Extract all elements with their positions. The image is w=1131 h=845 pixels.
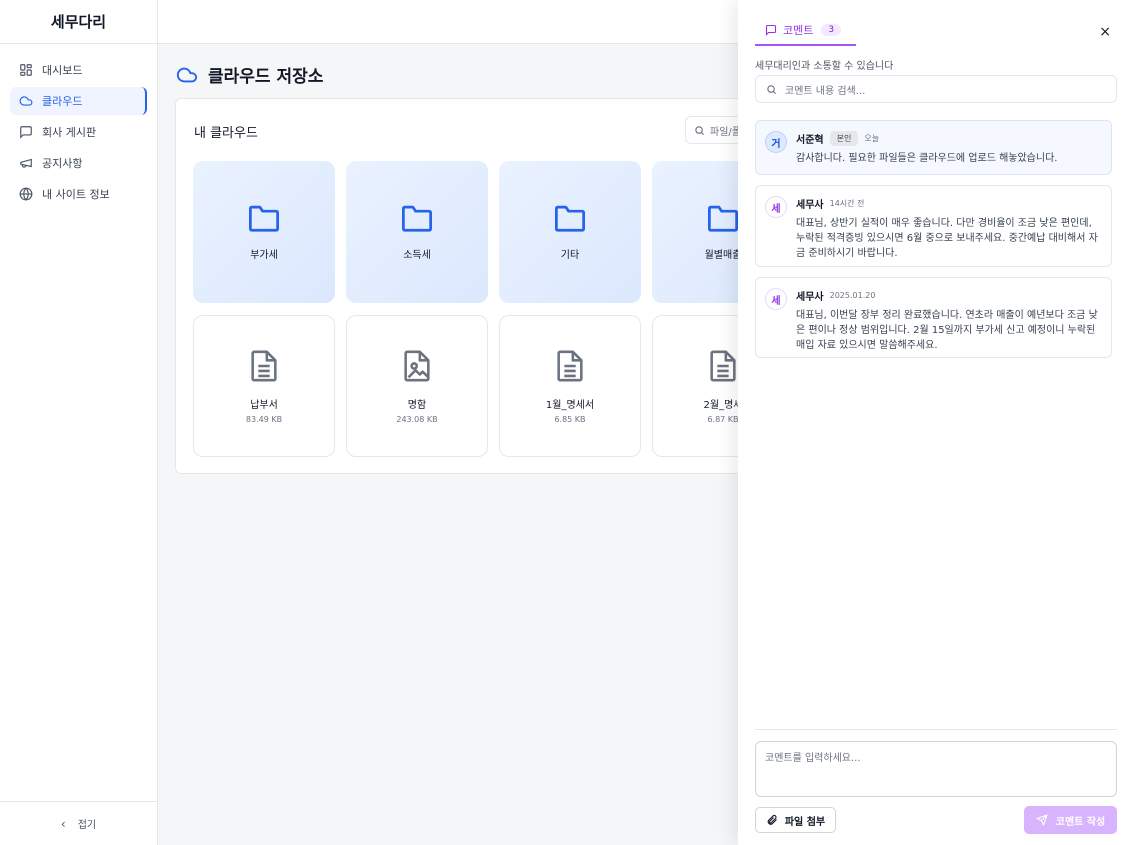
comment-input[interactable]: 코멘트를 입력하세요... [755, 741, 1117, 797]
file-name: 2월_명세 [703, 399, 743, 411]
comment-input-placeholder: 코멘트를 입력하세요... [765, 753, 861, 764]
sidebar-item-label: 클라우드 [42, 95, 83, 108]
page-title-text: 클라우드 저장소 [208, 67, 324, 87]
cloud-icon [18, 93, 34, 109]
comment-item: 세 세무사 2025.01.20 대표님, 이번달 장부 정리 완료했습니다. … [755, 277, 1112, 358]
submit-comment-button[interactable]: 코멘트 작성 [1024, 806, 1117, 834]
document-icon [555, 349, 585, 386]
document-icon [708, 349, 738, 386]
comment-author: 세무사 [796, 292, 824, 303]
collapse-label: 접기 [77, 820, 97, 831]
folder-name: 소득세 [403, 250, 431, 261]
message-square-icon [18, 124, 34, 140]
comment-author: 세무사 [796, 200, 824, 211]
brand-logo[interactable]: 세무다리 [0, 0, 157, 44]
avatar: 거 [765, 131, 787, 153]
folder-tile[interactable]: 소득세 [346, 161, 488, 303]
comment-count-badge: 3 [821, 24, 842, 36]
comment-time: 오늘 [864, 134, 880, 143]
file-name: 1월_명세서 [545, 399, 595, 411]
chevron-left-icon: ‹ [60, 816, 66, 831]
sidebar-nav: 대시보드 클라우드 회사 게시판 공지사항 내 사이트 정보 [0, 44, 157, 223]
comment-time: 2025.01.20 [829, 291, 876, 300]
avatar: 세 [765, 288, 787, 310]
sidebar-item-dashboard[interactable]: 대시보드 [10, 56, 147, 84]
file-size: 83.49 KB [245, 414, 283, 424]
folder-icon [247, 203, 281, 236]
folder-icon [400, 203, 434, 236]
avatar: 세 [765, 196, 787, 218]
close-icon[interactable]: × [1099, 24, 1111, 40]
cloud-icon [176, 64, 198, 86]
file-name: 명함 [407, 399, 427, 411]
message-square-icon [765, 24, 777, 36]
folder-icon [553, 203, 587, 236]
sidebar: 세무다리 대시보드 클라우드 회사 게시판 공지사항 내 사이트 정보 ‹ 접기 [0, 0, 158, 845]
comment-body: 대표님, 이번달 장부 정리 완료했습니다. 연초라 매출이 예년보다 조금 낮… [796, 310, 1098, 351]
tab-comments[interactable]: 코멘트 3 [755, 16, 856, 46]
panel-subtitle: 세무대리인과 소통할 수 있습니다 [755, 61, 894, 72]
file-size: 6.85 KB [554, 414, 586, 424]
sidebar-item-cloud[interactable]: 클라우드 [10, 87, 147, 115]
collapse-sidebar-button[interactable]: ‹ 접기 [0, 801, 157, 845]
sidebar-item-label: 회사 게시판 [42, 126, 97, 139]
file-search-placeholder: 파일/폴 [710, 126, 741, 138]
file-tile[interactable]: 납부서 83.49 KB [193, 315, 335, 457]
page-title: 클라우드 저장소 [176, 62, 323, 87]
image-file-icon [402, 349, 432, 386]
attach-file-button[interactable]: 파일 첨부 [755, 807, 836, 833]
card-title: 내 클라우드 [194, 126, 258, 141]
folder-icon [706, 203, 740, 236]
file-tile[interactable]: 명함 243.08 KB [346, 315, 488, 457]
search-icon [766, 84, 777, 95]
sidebar-item-label: 공지사항 [42, 157, 83, 170]
tab-label: 코멘트 [783, 24, 814, 37]
document-icon [249, 349, 279, 386]
comment-item: 거 서준혁 본인 오늘 감사합니다. 필요한 파일들은 클라우드에 업로드 해놓… [755, 120, 1112, 175]
file-size: 6.87 KB [707, 414, 739, 424]
folder-name: 부가세 [250, 250, 278, 261]
file-tile[interactable]: 1월_명세서 6.85 KB [499, 315, 641, 457]
attach-label: 파일 첨부 [784, 816, 826, 828]
megaphone-icon [18, 155, 34, 171]
dashboard-icon [18, 62, 34, 78]
comment-search-placeholder: 코멘트 내용 검색... [785, 85, 866, 97]
send-icon [1036, 814, 1048, 826]
sidebar-item-label: 내 사이트 정보 [42, 188, 110, 201]
sidebar-item-notice[interactable]: 공지사항 [10, 149, 147, 177]
folder-tile[interactable]: 기타 [499, 161, 641, 303]
sidebar-item-board[interactable]: 회사 게시판 [10, 118, 147, 146]
globe-icon [18, 186, 34, 202]
file-name: 납부서 [250, 399, 278, 411]
comment-meta: 세무사 2025.01.20 [796, 288, 875, 303]
submit-label: 코멘트 작성 [1055, 816, 1106, 828]
folder-name: 기타 [560, 250, 580, 261]
folder-tile[interactable]: 부가세 [193, 161, 335, 303]
paperclip-icon [766, 814, 778, 826]
file-size: 243.08 KB [396, 414, 438, 424]
sidebar-item-site-info[interactable]: 내 사이트 정보 [10, 180, 147, 208]
comment-meta: 서준혁 본인 오늘 [796, 131, 879, 146]
divider [755, 729, 1117, 730]
comment-item: 세 세무사 14시간 전 대표님, 상반기 실적이 매우 좋습니다. 다만 경비… [755, 185, 1112, 267]
comment-body: 감사합니다. 필요한 파일들은 클라우드에 업로드 해놓았습니다. [796, 153, 1058, 164]
sidebar-item-label: 대시보드 [42, 64, 83, 77]
comment-author: 서준혁 [796, 135, 824, 146]
cloud-card: 내 클라우드 파일/폴 부가세 소득세 기타 월별매출 납부서 83.49 KB… [175, 98, 805, 474]
comment-meta: 세무사 14시간 전 [796, 196, 864, 211]
comment-time: 14시간 전 [829, 199, 865, 208]
search-icon [694, 125, 705, 136]
own-badge: 본인 [829, 131, 859, 146]
comments-panel: 코멘트 3 × 세무대리인과 소통할 수 있습니다 코멘트 내용 검색... 거… [738, 0, 1131, 845]
comment-search-input[interactable]: 코멘트 내용 검색... [755, 75, 1117, 103]
folder-name: 월별매출 [704, 250, 742, 261]
comment-body: 대표님, 상반기 실적이 매우 좋습니다. 다만 경비율이 조금 낮은 편인데,… [796, 218, 1098, 259]
